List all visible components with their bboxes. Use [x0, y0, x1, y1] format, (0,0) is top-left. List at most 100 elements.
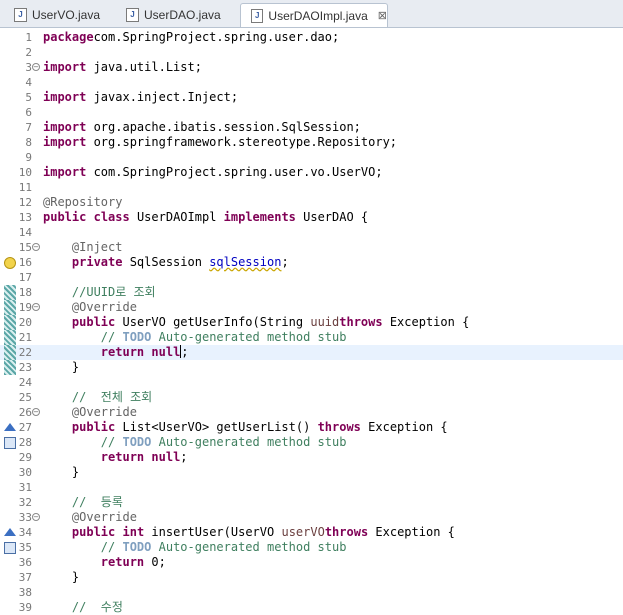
line-number: 4 — [25, 76, 32, 89]
tab-userdaoimpl[interactable]: J UserDAOImpl.java ⊠ — [240, 3, 388, 27]
line-number: 21 — [18, 331, 32, 344]
code-line[interactable]: 24 — [0, 375, 623, 390]
code-line[interactable]: 39 // 수정 — [0, 600, 623, 615]
code-line[interactable]: 25 // 전체 조회 — [0, 390, 623, 405]
tab-userdao[interactable]: J UserDAO.java — [116, 3, 240, 26]
code-line[interactable]: 9 — [0, 150, 623, 165]
code-line[interactable]: 21 // TODO Auto-generated method stub — [0, 330, 623, 345]
close-icon[interactable]: ⊠ — [378, 9, 387, 22]
code-line[interactable]: 29 return null; — [0, 450, 623, 465]
code-line[interactable]: 6 — [0, 105, 623, 120]
code-token: package — [43, 30, 94, 44]
code-line[interactable]: 35 // TODO Auto-generated method stub — [0, 540, 623, 555]
code-line[interactable]: 18 //UUID로 조회 — [0, 285, 623, 300]
line-number: 35 — [18, 541, 32, 554]
code-line[interactable]: 11 — [0, 180, 623, 195]
code-text: import javax.inject.Inject; — [43, 90, 238, 105]
code-line[interactable]: 1 packagecom.SpringProject.spring.user.da… — [0, 30, 623, 45]
code-line[interactable]: 32 // 등록 — [0, 495, 623, 510]
code-token: public — [71, 420, 116, 434]
code-token: } — [43, 570, 80, 584]
code-line[interactable]: 30 } — [0, 465, 623, 480]
tab-label: UserDAO.java — [144, 7, 221, 22]
code-token: public — [71, 525, 116, 539]
code-line[interactable]: 26− @Override — [0, 405, 623, 420]
code-token: throws — [317, 420, 361, 434]
code-line[interactable]: 38 — [0, 585, 623, 600]
line-number: 28 — [18, 436, 32, 449]
line-number: 37 — [18, 571, 32, 584]
code-line[interactable]: 19− @Override — [0, 300, 623, 315]
code-line[interactable]: 8 import org.springframework.stereotype.R… — [0, 135, 623, 150]
line-number: 9 — [25, 151, 32, 164]
code-text: } — [43, 570, 79, 585]
line-number: 20 — [18, 316, 32, 329]
code-line[interactable]: 14 — [0, 225, 623, 240]
fold-toggle-icon[interactable]: − — [32, 63, 40, 71]
code-line[interactable]: 2 — [0, 45, 623, 60]
code-line[interactable]: 4 — [0, 75, 623, 90]
code-line[interactable]: 22 return null; — [0, 345, 623, 360]
code-line[interactable]: 7 import org.apache.ibatis.session.SqlSes… — [0, 120, 623, 135]
code-line[interactable]: 31 — [0, 480, 623, 495]
code-line[interactable]: 36 return 0; — [0, 555, 623, 570]
code-token: com.SpringProject.spring.user.vo.UserVO; — [86, 165, 383, 179]
code-line[interactable]: 27 public List<UserVO> getUserList() thr… — [0, 420, 623, 435]
code-line[interactable]: 10 import com.SpringProject.spring.user.v… — [0, 165, 623, 180]
line-number: 34 — [18, 526, 32, 539]
line-number: 16 — [18, 256, 32, 269]
code-line[interactable]: 13 public class UserDAOImpl implements Us… — [0, 210, 623, 225]
fold-toggle-icon[interactable]: − — [32, 243, 40, 251]
code-token: // — [100, 330, 123, 344]
code-line[interactable]: 15− @Inject — [0, 240, 623, 255]
code-token: com.SpringProject.spring.user.dao; — [93, 30, 340, 44]
code-line[interactable]: 5 import javax.inject.Inject; — [0, 90, 623, 105]
code-text: // 전체 조회 — [43, 390, 152, 405]
code-text: // TODO Auto-generated method stub — [43, 435, 347, 450]
code-token: UserDAOImpl — [129, 210, 224, 224]
code-line[interactable]: 33− @Override — [0, 510, 623, 525]
code-line[interactable]: 17 — [0, 270, 623, 285]
line-number: 5 — [25, 91, 32, 104]
code-line[interactable]: 37 } — [0, 570, 623, 585]
tab-uservo[interactable]: J UserVO.java — [4, 3, 116, 26]
fold-toggle-icon[interactable]: − — [32, 513, 40, 521]
line-number: 8 — [25, 136, 32, 149]
line-number: 19 — [18, 301, 32, 314]
code-token: //UUID로 조회 — [71, 285, 156, 299]
code-token: // — [100, 435, 123, 449]
code-token: import — [43, 165, 87, 179]
code-token: TODO — [122, 540, 152, 554]
code-token: return — [100, 345, 145, 359]
code-text: import com.SpringProject.spring.user.vo.… — [43, 165, 383, 180]
fold-toggle-icon[interactable]: − — [32, 303, 40, 311]
code-token: // 전체 조회 — [71, 390, 153, 404]
line-number: 7 — [25, 121, 32, 134]
code-line[interactable]: 28 // TODO Auto-generated method stub — [0, 435, 623, 450]
code-text: import java.util.List; — [43, 60, 202, 75]
code-token: @Inject — [71, 240, 123, 254]
code-text: return 0; — [43, 555, 166, 570]
line-number: 2 — [25, 46, 32, 59]
code-text: @Override — [43, 405, 137, 420]
code-line[interactable]: 3− import java.util.List; — [0, 60, 623, 75]
code-editor[interactable]: 1 packagecom.SpringProject.spring.user.da… — [0, 28, 623, 615]
code-token: TODO — [122, 330, 152, 344]
code-line[interactable]: 16 private SqlSession sqlSession; — [0, 255, 623, 270]
code-token: int — [122, 525, 145, 539]
fold-toggle-icon[interactable]: − — [32, 408, 40, 416]
code-text: // 수정 — [43, 600, 123, 615]
code-line[interactable]: 23 } — [0, 360, 623, 375]
code-line[interactable]: 12 @Repository — [0, 195, 623, 210]
code-line[interactable]: 34 public int insertUser(UserVO userVOth… — [0, 525, 623, 540]
code-line[interactable]: 20 public UserVO getUserInfo(String uuid… — [0, 315, 623, 330]
